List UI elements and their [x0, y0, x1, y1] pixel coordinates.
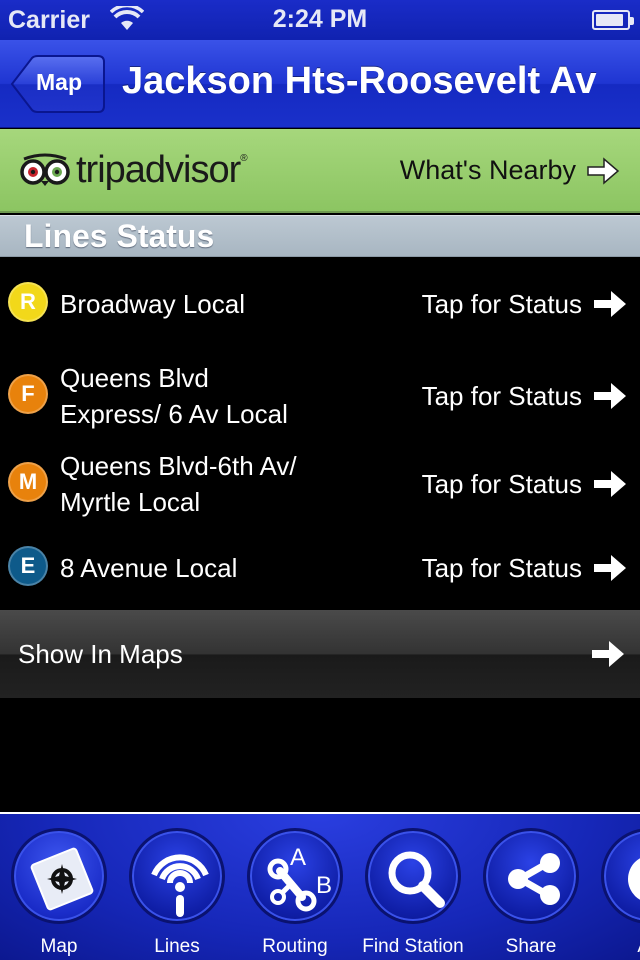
tap-for-status-link[interactable]: Tap for Status — [422, 468, 628, 500]
search-icon — [365, 828, 461, 924]
line-row[interactable]: E 8 Avenue Local Tap for Status — [0, 528, 640, 608]
compass-map-icon — [11, 828, 107, 924]
arrow-right-icon — [594, 291, 626, 317]
line-name-line2: Myrtle Local — [60, 487, 201, 517]
line-name: Queens Blvd-6th Av/Myrtle Local — [60, 448, 297, 520]
tab-lines[interactable]: Lines — [118, 814, 236, 960]
tab-label: Ab — [580, 936, 640, 958]
tab-ab[interactable]: MAb — [590, 814, 640, 960]
share-icon — [483, 828, 579, 924]
line-name-line1: Queens Blvd — [60, 363, 209, 393]
battery-fill — [596, 14, 623, 26]
signal-info-icon — [129, 828, 225, 924]
line-name-line1: 8 Avenue Local — [60, 553, 238, 583]
line-row[interactable]: M Queens Blvd-6th Av/Myrtle Local Tap for … — [0, 440, 640, 528]
tap-for-status-label: Tap for Status — [421, 380, 582, 411]
tripadvisor-wordmark: tripadvisor — [76, 148, 241, 191]
tab-routing[interactable]: A B Routing — [236, 814, 354, 960]
back-button-label: Map — [36, 69, 82, 95]
arrow-right-icon — [594, 555, 626, 581]
whats-nearby-label: What's Nearby — [399, 155, 576, 185]
line-name: 8 Avenue Local — [60, 550, 237, 586]
tap-for-status-label: Tap for Status — [421, 468, 582, 499]
clock: 2:24 PM — [272, 5, 368, 33]
registered-mark: ® — [240, 152, 248, 164]
page-title: Jackson Hts-Roosevelt Av — [122, 60, 597, 102]
line-row[interactable]: F Queens Blvd Express/ 6 Av Local Tap for S… — [0, 352, 640, 440]
battery-icon — [592, 10, 634, 30]
tab-find-station[interactable]: Find Station — [354, 814, 472, 960]
owl-eyes-icon — [20, 153, 70, 186]
tab-share[interactable]: Share — [472, 814, 590, 960]
show-in-maps-label: Show In Maps — [18, 639, 183, 669]
arrow-right-icon — [592, 641, 624, 667]
line-name-line2: Express/ 6 Av Local — [60, 399, 288, 429]
svg-text:A: A — [290, 844, 306, 871]
status-bar: Carrier 2:24 PM — [0, 0, 640, 40]
back-button[interactable]: Map — [10, 55, 106, 113]
line-row[interactable]: R Broadway Local Tap for Status — [0, 264, 640, 344]
show-in-maps-row[interactable]: Show In Maps — [0, 610, 640, 698]
line-badge: E — [8, 546, 48, 586]
tap-for-status-label: Tap for Status — [421, 552, 582, 583]
navigation-bar: Map Jackson Hts-Roosevelt Av — [0, 40, 640, 128]
line-badge: M — [8, 462, 48, 502]
svg-text:B: B — [316, 872, 332, 899]
arrow-right-icon — [594, 471, 626, 497]
line-name: Queens Blvd Express/ 6 Av Local — [60, 360, 288, 432]
tripadvisor-banner[interactable]: tripadvisor ® What's Nearby — [0, 129, 640, 213]
line-name-line1: Queens Blvd-6th Av/ — [60, 451, 297, 481]
route-ab-icon: AB — [247, 828, 343, 924]
arrow-right-icon — [594, 383, 626, 409]
whats-nearby-link[interactable]: What's Nearby — [400, 155, 620, 186]
tab-map[interactable]: Map — [0, 814, 118, 960]
section-title: Lines Status — [24, 218, 215, 254]
tap-for-status-label: Tap for Status — [421, 288, 582, 319]
section-header: Lines Status — [0, 215, 640, 257]
tab-bar: MapLinesABRoutingFind StationShareMAb — [0, 812, 640, 960]
line-badge: R — [8, 282, 48, 322]
tap-for-status-link[interactable]: Tap for Status — [422, 288, 628, 320]
line-name: Broadway Local — [60, 286, 245, 322]
arrow-right-icon — [587, 156, 620, 185]
line-badge: F — [8, 374, 48, 414]
tap-for-status-link[interactable]: Tap for Status — [422, 552, 628, 584]
about-icon: M — [601, 828, 640, 924]
tap-for-status-link[interactable]: Tap for Status — [422, 380, 628, 412]
line-name-line1: Broadway Local — [60, 289, 245, 319]
tripadvisor-logo: tripadvisor ® — [20, 148, 248, 192]
